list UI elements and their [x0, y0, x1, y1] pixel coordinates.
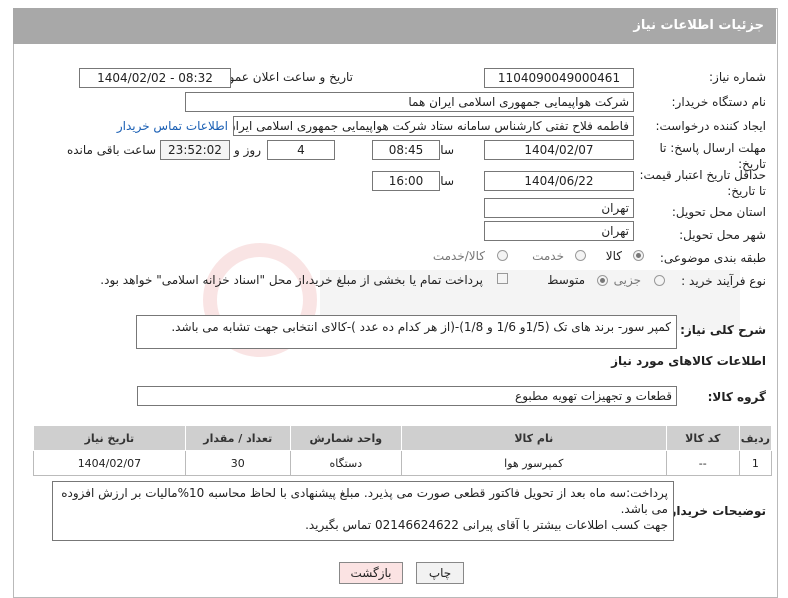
col-name: نام کالا [400, 425, 667, 451]
category-radio-service[interactable] [575, 250, 586, 261]
province-field: تهران [484, 198, 634, 218]
cell-qty: 30 [184, 450, 291, 476]
need-number-label: شماره نیاز: [709, 70, 766, 84]
city-label: شهر محل تحویل: [679, 228, 766, 242]
process-radio-minor[interactable] [654, 275, 665, 286]
page-title: جزئیات اطلاعات نیاز [633, 18, 764, 33]
goods-section-title: اطلاعات کالاهای مورد نیاز [611, 354, 766, 368]
col-date: تاریخ نیاز [33, 425, 186, 451]
cell-row: 1 [738, 450, 773, 476]
city-field: تهران [484, 221, 634, 241]
category-option-goods-service: کالا/خدمت [432, 249, 485, 263]
cell-name: کمپرسور هوا [400, 450, 667, 476]
process-option-medium: متوسط [547, 273, 585, 287]
summary-label: شرح کلی نیاز: [680, 323, 766, 337]
buyer-notes-line1: پرداخت:سه ماه بعد از تحویل فاکتور قطعی ص… [61, 486, 668, 516]
print-button[interactable]: چاپ [416, 562, 464, 584]
process-label: نوع فرآیند خرید : [681, 274, 766, 288]
category-radio-goods[interactable] [633, 250, 644, 261]
category-option-service: خدمت [532, 249, 564, 263]
announce-field: 1404/02/02 - 08:32 [79, 68, 231, 88]
deadline-date-field: 1404/02/07 [484, 140, 634, 160]
goods-group-field: قطعات و تجهیزات تهویه مطبوع [137, 386, 677, 406]
need-number-field: 1104090049000461 [484, 68, 634, 88]
category-label: طبقه بندی موضوعی: [659, 251, 766, 265]
buyer-notes-field: پرداخت:سه ماه بعد از تحویل فاکتور قطعی ص… [52, 481, 674, 541]
process-radio-medium[interactable] [597, 275, 608, 286]
buyer-notes-line2: جهت کسب اطلاعات بیشتر با آقای پیرانی 021… [305, 518, 668, 532]
col-code: کد کالا [665, 425, 740, 451]
table-header-row: ردیف کد کالا نام کالا واحد شمارش تعداد /… [33, 425, 773, 451]
price-validity-time-field: 16:00 [372, 171, 440, 191]
requester-label: ایجاد کننده درخواست: [655, 119, 766, 133]
requester-field: فاطمه فلاح تفتی کارشناس سامانه ستاد شرکت… [233, 116, 634, 136]
col-unit: واحد شمارش [289, 425, 402, 451]
col-row: ردیف [738, 425, 773, 451]
cell-unit: دستگاه [289, 450, 402, 476]
category-radio-goods-service[interactable] [497, 250, 508, 261]
cell-code: -- [665, 450, 740, 476]
col-qty: تعداد / مقدار [184, 425, 291, 451]
price-validity-date-field: 1404/06/22 [484, 171, 634, 191]
price-validity-label: حداقل تاریخ اعتبار قیمت: تا تاریخ: [639, 168, 766, 198]
deadline-days-label: روز و [234, 143, 261, 157]
process-option-minor: جزیی [613, 273, 641, 287]
remaining-time-field: 23:52:02 [160, 140, 230, 160]
buyer-contact-link[interactable]: اطلاعات تماس خریدار [117, 119, 228, 133]
deadline-days-field: 4 [267, 140, 335, 160]
deadline-time-field: 08:45 [372, 140, 440, 160]
buyer-notes-label: توضیحات خریدار: [664, 504, 766, 518]
goods-table: ردیف کد کالا نام کالا واحد شمارش تعداد /… [33, 425, 773, 476]
remaining-time-label: ساعت باقی مانده [66, 143, 156, 157]
province-label: استان محل تحویل: [671, 205, 766, 219]
summary-field: کمپر سور- برند های تک (1/5و 1/6 و 1/8)-(… [136, 315, 677, 349]
page-header: جزئیات اطلاعات نیاز [13, 8, 776, 44]
cell-date: 1404/02/07 [33, 450, 186, 476]
table-row: 1 -- کمپرسور هوا دستگاه 30 1404/02/07 [33, 450, 773, 476]
goods-group-label: گروه کالا: [707, 390, 766, 404]
back-button[interactable]: بازگشت [339, 562, 403, 584]
buyer-org-field: شرکت هواپیمایی جمهوری اسلامی ایران هما [185, 92, 634, 112]
treasury-payment-note: پرداخت تمام یا بخشی از مبلغ خرید،از محل … [100, 273, 483, 287]
treasury-payment-checkbox[interactable] [497, 273, 508, 284]
category-option-goods: کالا [605, 249, 622, 263]
buyer-org-label: نام دستگاه خریدار: [671, 95, 767, 109]
